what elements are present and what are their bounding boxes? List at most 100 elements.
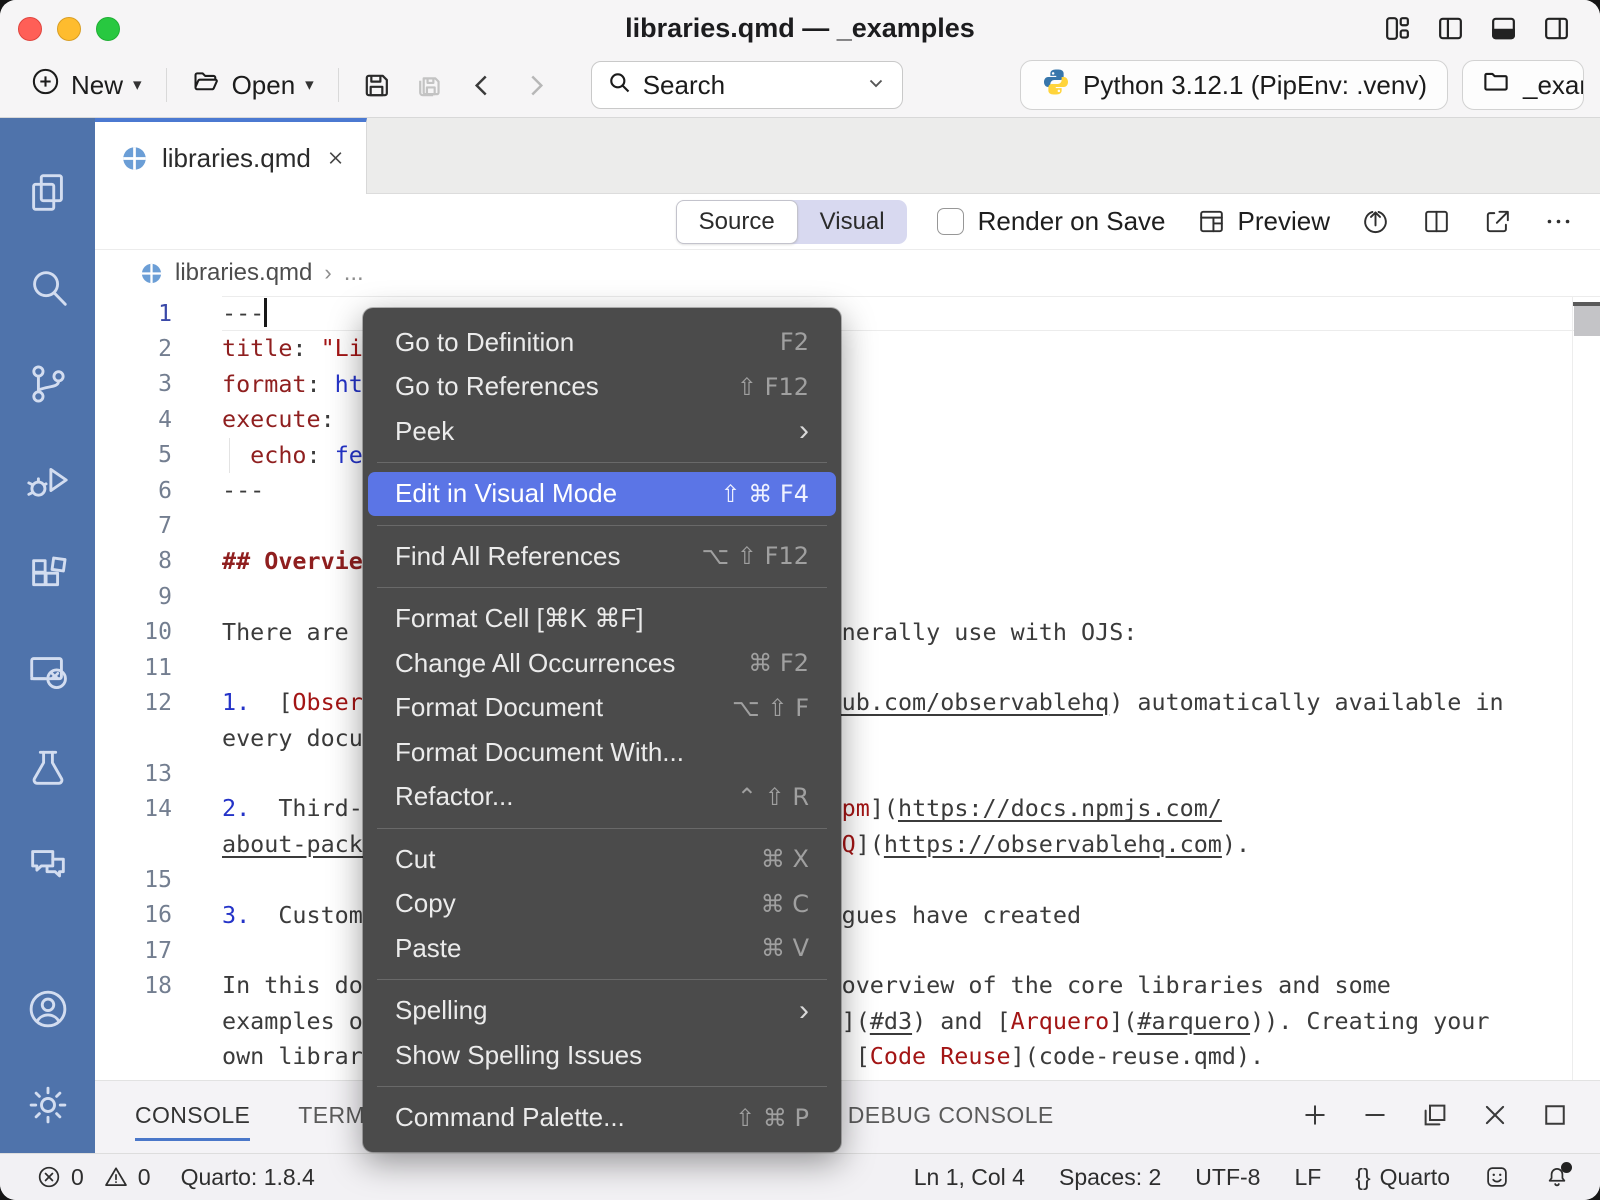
menu-item-edit-in-visual-mode[interactable]: Edit in Visual Mode⇧ ⌘ F4 <box>368 472 836 517</box>
sidebar-item-explorer[interactable] <box>0 144 95 240</box>
toggle-bottom-panel-icon[interactable] <box>1488 13 1519 44</box>
save-button[interactable] <box>357 66 396 105</box>
notifications-bell-icon[interactable] <box>1544 1164 1570 1190</box>
customize-layout-icon[interactable] <box>1382 13 1413 44</box>
search-placeholder: Search <box>643 70 725 101</box>
code-text[interactable]: ## Overview <box>222 544 377 579</box>
menu-item-label: Copy <box>395 888 761 919</box>
folder-icon <box>1481 67 1511 104</box>
menu-item-format-document-with[interactable]: Format Document With... <box>368 730 836 775</box>
menu-item-change-all-occurrences[interactable]: Change All Occurrences⌘ F2 <box>368 641 836 686</box>
sidebar-item-settings[interactable] <box>0 1057 95 1153</box>
encoding-status[interactable]: UTF-8 <box>1195 1164 1260 1191</box>
code-line: 9 <box>95 579 1600 614</box>
open-button[interactable]: Open ▾ <box>185 62 320 108</box>
menu-item-label: Paste <box>395 933 761 964</box>
menu-item-find-all-references[interactable]: Find All References⌥ ⇧ F12 <box>368 534 836 579</box>
quarto-version-status[interactable]: Quarto: 1.8.4 <box>181 1164 315 1191</box>
code-editor[interactable]: 1---2title: "Libraries"3format: html4exe… <box>95 296 1600 1080</box>
code-line: 6--- <box>95 473 1600 508</box>
breadcrumb-more[interactable]: ... <box>344 259 364 287</box>
sidebar-item-extensions[interactable] <box>0 528 95 624</box>
render-on-save-checkbox[interactable] <box>937 208 964 235</box>
panel-tab-console[interactable]: CONSOLE <box>135 1102 250 1132</box>
sidebar-item-run-debug[interactable] <box>0 432 95 528</box>
menu-shortcut: ⌥ ⇧ F <box>732 694 809 722</box>
menu-item-cut[interactable]: Cut⌘ X <box>368 837 836 882</box>
notification-dot <box>1561 1162 1572 1173</box>
navigate-forward-button[interactable] <box>516 66 555 105</box>
sidebar-item-account[interactable] <box>0 961 95 1057</box>
panel-plus-icon[interactable] <box>1300 1100 1330 1135</box>
interpreter-selector[interactable]: Python 3.12.1 (PipEnv: .venv) <box>1020 60 1448 110</box>
line-number: 17 <box>95 938 172 964</box>
code-line: 163. Custom libraries that you or your c… <box>95 898 1600 933</box>
toggle-right-panel-icon[interactable] <box>1541 13 1572 44</box>
panel-minus-icon[interactable] <box>1360 1100 1390 1135</box>
menu-item-refactor[interactable]: Refactor...⌃ ⇧ R <box>368 775 836 820</box>
menu-item-label: Format Cell [⌘K ⌘F] <box>395 603 809 634</box>
save-all-button[interactable] <box>410 66 449 105</box>
menu-item-peek[interactable]: Peek› <box>368 409 836 454</box>
render-on-save-label: Render on Save <box>978 206 1166 237</box>
panel-maximize-icon[interactable] <box>1540 1100 1570 1135</box>
navigate-back-button[interactable] <box>463 66 502 105</box>
new-button[interactable]: New ▾ <box>24 62 148 108</box>
menu-item-go-to-references[interactable]: Go to References⇧ F12 <box>368 365 836 410</box>
panel-restore-icon[interactable] <box>1420 1100 1450 1135</box>
menu-item-copy[interactable]: Copy⌘ C <box>368 882 836 927</box>
split-editor-icon[interactable] <box>1421 206 1452 237</box>
search-icon <box>606 69 633 101</box>
language-mode-status[interactable]: {}Quarto <box>1355 1164 1450 1191</box>
menu-item-paste[interactable]: Paste⌘ V <box>368 926 836 971</box>
line-number: 18 <box>95 973 172 999</box>
panel-tab-debug-console[interactable]: DEBUG CONSOLE <box>848 1102 1054 1132</box>
preview-button[interactable]: Preview <box>1196 206 1330 237</box>
problems-status[interactable]: 00 <box>36 1164 151 1191</box>
breadcrumb: libraries.qmd › ... <box>95 250 1600 296</box>
menu-item-go-to-definition[interactable]: Go to DefinitionF2 <box>368 320 836 365</box>
menu-item-spelling[interactable]: Spelling› <box>368 989 836 1034</box>
search-input[interactable]: Search <box>591 61 903 109</box>
code-line: 13 <box>95 756 1600 791</box>
menu-item-format-document[interactable]: Format Document⌥ ⇧ F <box>368 686 836 731</box>
open-in-new-window-icon[interactable] <box>1482 206 1513 237</box>
panel-close-icon[interactable] <box>1480 1100 1510 1135</box>
tab-libraries-qmd[interactable]: libraries.qmd <box>95 118 367 194</box>
menu-shortcut: ⇧ ⌘ F4 <box>721 480 809 508</box>
render-publish-icon[interactable] <box>1360 206 1391 237</box>
menu-item-format-cell-k-f[interactable]: Format Cell [⌘K ⌘F] <box>368 597 836 642</box>
code-text[interactable]: execute: <box>222 402 335 437</box>
sidebar-item-testing[interactable] <box>0 720 95 816</box>
code-text[interactable]: --- <box>222 296 267 331</box>
more-actions-icon[interactable] <box>1543 206 1574 237</box>
feedback-smiley-icon[interactable] <box>1484 1164 1510 1190</box>
menu-shortcut: F2 <box>780 328 809 356</box>
menu-item-command-palette[interactable]: Command Palette...⇧ ⌘ P <box>368 1096 836 1141</box>
line-number: 2 <box>95 336 172 362</box>
new-label: New <box>71 70 123 101</box>
toggle-left-panel-icon[interactable] <box>1435 13 1466 44</box>
breadcrumb-file[interactable]: libraries.qmd <box>175 259 312 287</box>
indentation-status[interactable]: Spaces: 2 <box>1059 1164 1161 1191</box>
activity-bar <box>0 118 95 1153</box>
code-line: 17 <box>95 933 1600 968</box>
window-title: libraries.qmd — _examples <box>0 13 1600 44</box>
eol-status[interactable]: LF <box>1294 1164 1321 1191</box>
scrollbar-thumb[interactable] <box>1574 306 1600 336</box>
visual-mode-button[interactable]: Visual <box>798 200 907 244</box>
menu-item-show-spelling-issues[interactable]: Show Spelling Issues <box>368 1033 836 1078</box>
line-number: 9 <box>95 584 172 610</box>
extensions-icon <box>25 553 71 599</box>
sidebar-item-sessions[interactable] <box>0 624 95 720</box>
sidebar-item-chat[interactable] <box>0 816 95 912</box>
sidebar-item-source-control[interactable] <box>0 336 95 432</box>
code-line: 1--- <box>95 296 1600 331</box>
editor-scrollbar[interactable] <box>1572 296 1600 1080</box>
source-mode-button[interactable]: Source <box>676 200 798 244</box>
code-text[interactable]: --- <box>222 473 264 508</box>
project-selector[interactable]: _examples <box>1462 60 1584 110</box>
cursor-position-status[interactable]: Ln 1, Col 4 <box>914 1164 1025 1191</box>
close-tab-icon[interactable] <box>325 146 346 170</box>
sidebar-item-search[interactable] <box>0 240 95 336</box>
